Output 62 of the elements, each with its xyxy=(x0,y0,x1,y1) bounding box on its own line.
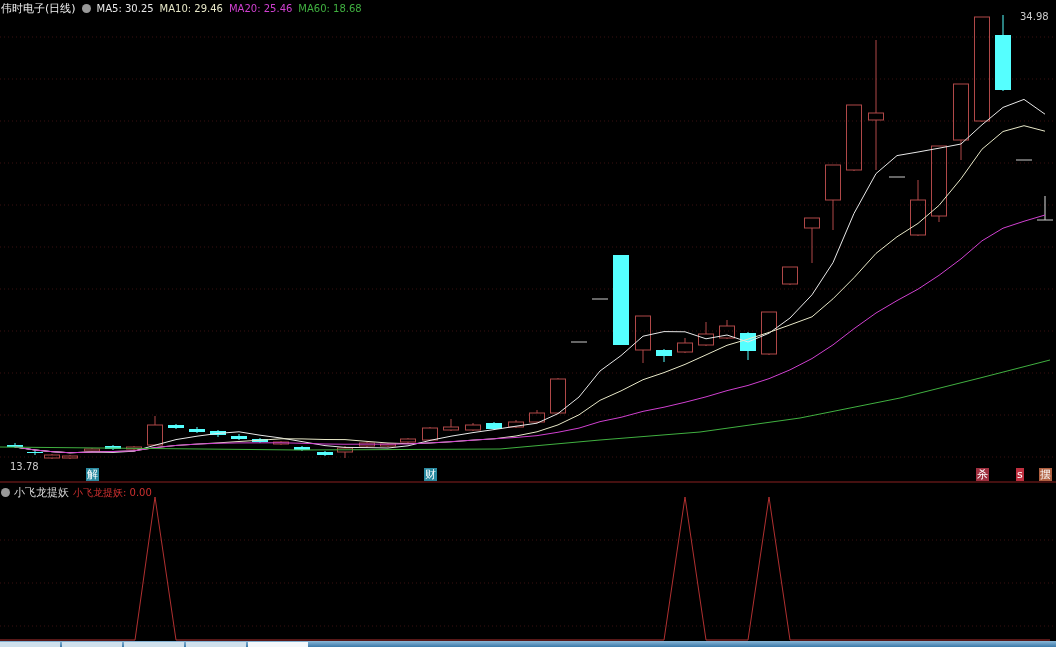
candlestick xyxy=(698,321,714,347)
candlestick xyxy=(529,409,545,424)
candlestick xyxy=(231,433,247,441)
candlestick xyxy=(147,415,163,447)
indicator-name: 小飞龙提妖 xyxy=(14,485,69,500)
price-label: 34.98 xyxy=(1020,11,1049,22)
chart-title: 伟时电子(日线) xyxy=(1,1,76,16)
taskbar-tab[interactable] xyxy=(124,642,184,647)
candlestick xyxy=(210,429,226,438)
event-marker[interactable]: 财 xyxy=(424,468,437,481)
settings-icon[interactable] xyxy=(1,488,10,497)
candlestick xyxy=(273,440,289,446)
candlestick xyxy=(294,445,310,452)
candlestick xyxy=(782,266,798,286)
candlestick xyxy=(189,426,205,434)
candlestick xyxy=(846,104,862,172)
event-marker[interactable]: s xyxy=(1016,468,1024,481)
candlestick xyxy=(380,442,396,448)
candlestick xyxy=(508,419,524,429)
moving-average-label: MA60: 18.68 xyxy=(298,3,362,14)
candlestick xyxy=(126,445,142,451)
indicator-value: 小飞龙提妖: 0.00 xyxy=(73,485,152,500)
candlestick xyxy=(550,377,566,415)
settings-icon[interactable] xyxy=(81,4,91,13)
candlestick xyxy=(570,341,588,343)
candlestick xyxy=(761,311,777,356)
candlestick xyxy=(656,348,672,363)
taskbar-tab[interactable] xyxy=(248,642,308,647)
candlestick xyxy=(252,437,268,444)
candlestick xyxy=(486,421,502,431)
candlestick xyxy=(359,441,375,448)
taskbar-tab[interactable] xyxy=(0,642,60,647)
price-label: 13.78 xyxy=(10,461,39,472)
candlestick xyxy=(719,319,735,340)
event-marker[interactable]: 杀 xyxy=(976,468,989,481)
candlestick xyxy=(7,442,23,449)
moving-average-label: MA5: 30.25 xyxy=(96,3,154,14)
event-marker[interactable]: 摆 xyxy=(1039,468,1052,481)
candlestick xyxy=(422,426,438,442)
candlestick xyxy=(591,298,609,300)
event-marker[interactable]: 解 xyxy=(86,468,99,481)
candlestick xyxy=(1036,195,1054,221)
candlestick xyxy=(317,450,333,457)
candlestick xyxy=(677,337,693,354)
taskbar-tab[interactable] xyxy=(186,642,246,647)
candlestick xyxy=(465,422,481,432)
candlestick xyxy=(400,437,416,444)
candlestick xyxy=(337,445,353,459)
moving-average-label: MA20: 25.46 xyxy=(229,3,293,14)
candlestick xyxy=(888,176,906,178)
candlestick xyxy=(105,444,121,451)
candlestick xyxy=(740,331,756,361)
candlestick xyxy=(825,164,841,231)
candlestick xyxy=(635,315,651,364)
candlestick xyxy=(443,418,459,432)
candlestick xyxy=(804,217,820,264)
candlestick xyxy=(84,447,100,453)
candlestick xyxy=(1015,159,1033,161)
candlestick xyxy=(910,179,926,237)
moving-average-label: MA10: 29.46 xyxy=(159,3,223,14)
taskbar-tab[interactable] xyxy=(62,642,122,647)
candlestick xyxy=(62,454,78,460)
